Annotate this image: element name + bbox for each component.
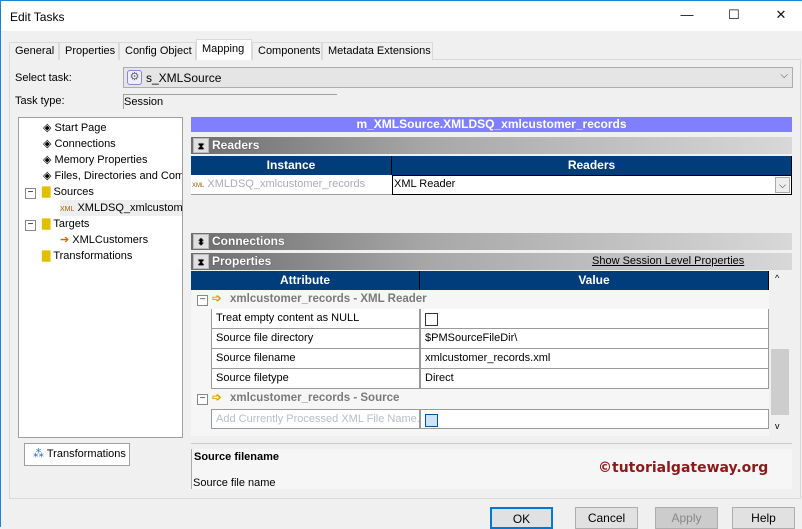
tab-config-object[interactable]: Config Object [119, 42, 196, 60]
mapping-header: m_XMLSource.XMLDSQ_xmlcustomer_records [191, 117, 792, 132]
tree-item-targets[interactable]: ▇ Targets [42, 216, 89, 232]
xml-sq-icon: XML [60, 206, 75, 213]
source-filetype-select[interactable]: Direct [420, 369, 769, 389]
show-session-level-properties-link[interactable]: Show Session Level Properties [592, 255, 744, 267]
properties-scrollbar[interactable]: ^ v [769, 271, 791, 436]
title-bar: Edit Tasks — ☐ ✕ [1, 1, 802, 31]
value-column-header: Value [420, 271, 769, 290]
cancel-button[interactable]: Cancel [575, 507, 638, 529]
source-filename-input[interactable]: xmlcustomer_records.xml [420, 349, 769, 369]
node-icon: ◈ [43, 154, 52, 166]
collapse-icon[interactable]: ⧗ [193, 138, 209, 153]
attribute-column-header: Attribute [191, 271, 420, 290]
xml-sq-icon: XML [192, 183, 205, 189]
chevron-down-icon: ⌵ [780, 70, 788, 81]
folder-icon: ▇ [42, 218, 51, 230]
select-task-dropdown[interactable]: ⚙ s_XMLSource ⌵ [123, 67, 793, 88]
folder-icon: ▇ [42, 186, 51, 198]
task-type-value: Session [124, 96, 164, 108]
readers-column-header: Readers [392, 156, 792, 175]
tree-item-memory-properties[interactable]: ◈ Memory Properties [43, 152, 147, 168]
reader-instance-cell: XML XMLDSQ_xmlcustomer_records [191, 175, 392, 195]
tab-properties[interactable]: Properties [59, 42, 119, 60]
tab-metadata-extensions[interactable]: Metadata Extensions [322, 42, 433, 60]
navigation-tree: ◈ Start Page ◈ Connections ◈ Memory Prop… [18, 117, 183, 438]
tree-item-xmldsq[interactable]: XML XMLDSQ_xmlcustomer_records [60, 200, 182, 216]
select-task-label: Select task: [15, 72, 72, 84]
properties-grid: − ➩ xmlcustomer_records - XML Reader Treat… [191, 290, 769, 436]
reader-dropdown[interactable]: XML Reader ⌵ [392, 175, 792, 195]
window-title: Edit Tasks [10, 10, 65, 24]
tree-item-sources[interactable]: ▇ Sources [42, 184, 94, 200]
description-title: Source filename [194, 451, 279, 463]
treat-empty-null-checkbox-cell[interactable] [420, 309, 769, 329]
minimize-button[interactable]: — [677, 7, 697, 25]
add-processed-file-checkbox[interactable] [425, 414, 438, 428]
collapse-icon[interactable]: ⧗ [193, 254, 209, 269]
tree-item-xmlcustomers[interactable]: ➔ XMLCustomers [60, 232, 148, 248]
node-icon: ◈ [43, 170, 52, 182]
source-icon: ➩ [212, 293, 222, 305]
connections-section-bar[interactable]: ⬍ Connections [191, 233, 792, 250]
instance-column-header: Instance [191, 156, 392, 175]
source-icon: ➩ [212, 392, 222, 404]
add-processed-file-checkbox-cell[interactable] [420, 409, 769, 429]
tree-item-connections[interactable]: ◈ Connections [43, 136, 116, 152]
source-file-directory-input[interactable]: $PMSourceFileDir\ [420, 329, 769, 349]
close-button[interactable]: ✕ [771, 7, 791, 25]
group-xml-reader[interactable]: − ➩ xmlcustomer_records - XML Reader [191, 290, 769, 310]
collapse-group-button[interactable]: − [197, 394, 208, 405]
treat-empty-null-checkbox[interactable] [425, 313, 438, 327]
apply-button[interactable]: Apply [655, 507, 718, 529]
select-task-value: s_XMLSource [146, 71, 222, 85]
collapse-sources-button[interactable]: − [25, 188, 36, 199]
target-icon: ➔ [60, 234, 70, 246]
expand-icon[interactable]: ⬍ [193, 234, 209, 249]
tree-tab-transformations[interactable]: ⁂ Transformations [24, 443, 130, 466]
property-attribute: Source filename [211, 349, 420, 369]
property-attribute: Add Currently Processed XML File Name... [211, 409, 420, 429]
description-text: Source file name [193, 477, 276, 489]
node-icon: ◈ [43, 138, 52, 150]
ok-button[interactable]: OK [490, 507, 553, 529]
gear-icon: ⚙ [127, 70, 142, 85]
readers-section-bar[interactable]: ⧗ Readers [191, 137, 792, 154]
tree-item-files-directories[interactable]: ◈ Files, Directories and Commands [43, 168, 182, 184]
task-type-label: Task type: [15, 95, 65, 107]
tab-general[interactable]: General [9, 42, 59, 60]
property-attribute: Source filetype [211, 369, 420, 389]
description-box: Source filename Source file name ©tutori… [191, 449, 792, 489]
tree-item-transformations[interactable]: ▇ Transformations [42, 248, 132, 264]
help-button[interactable]: Help [732, 507, 795, 529]
transformations-icon: ⁂ [33, 448, 44, 460]
tab-mapping[interactable]: Mapping [196, 39, 252, 60]
property-attribute: Treat empty content as NULL [211, 309, 420, 329]
scroll-down-icon[interactable]: v [775, 421, 780, 431]
maximize-button[interactable]: ☐ [724, 7, 744, 25]
folder-icon: ▇ [42, 250, 51, 262]
chevron-down-icon[interactable]: ⌵ [775, 177, 790, 193]
scroll-up-icon[interactable]: ^ [775, 273, 779, 283]
watermark: ©tutorialgateway.org [598, 460, 769, 476]
tree-item-start-page[interactable]: ◈ Start Page [43, 120, 107, 136]
tab-components[interactable]: Components [252, 42, 322, 60]
collapse-targets-button[interactable]: − [25, 220, 36, 231]
node-icon: ◈ [43, 122, 52, 134]
edit-tasks-dialog: Edit Tasks — ☐ ✕ General Properties Conf… [0, 0, 802, 529]
property-attribute: Source file directory [211, 329, 420, 349]
scrollbar-thumb[interactable] [771, 349, 789, 415]
collapse-group-button[interactable]: − [197, 295, 208, 306]
group-source[interactable]: − ➩ xmlcustomer_records - Source [191, 389, 769, 409]
